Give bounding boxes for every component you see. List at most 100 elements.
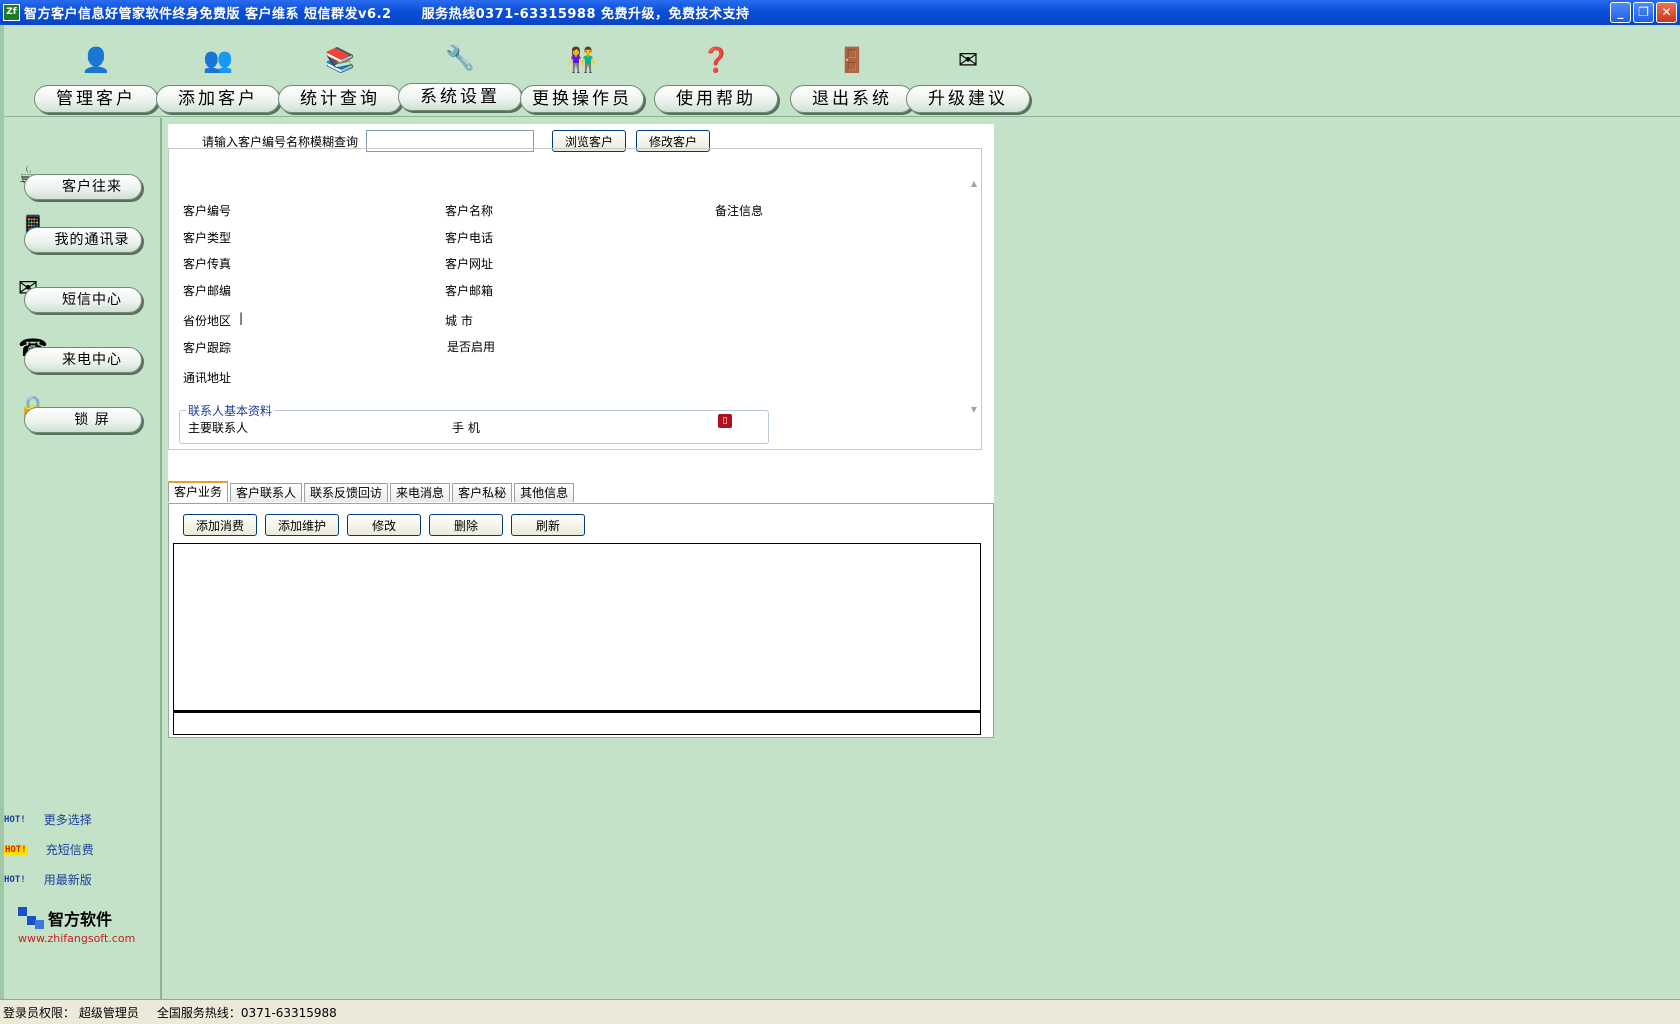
tab-call-messages[interactable]: 来电消息 [390,483,451,502]
field-customer-email: 客户邮箱 [445,284,494,298]
business-grid-footer [173,711,981,735]
edit-button[interactable]: 修改 [347,514,421,536]
exit-system-button[interactable]: 🚪 退出系统 [788,43,916,115]
action-bar: 添加消费 添加维护 修改 删除 刷新 [183,514,585,536]
toolbar-label: 更换操作员 [520,85,644,113]
main-area: 👤 管理客户 👥 添加客户 📚 统计查询 🔧 系统设置 👫 更换操作员 ❓ 使用… [0,25,1680,999]
sidebar-item-label: 锁 屏 [24,407,142,433]
field-customer-id: 客户编号 [183,204,232,218]
tab-other-info[interactable]: 其他信息 [514,483,575,502]
help-icon: ❓ [701,46,731,74]
field-address: 通讯地址 [183,371,232,385]
province-value[interactable]: | [239,311,243,325]
field-primary-contact: 主要联系人 [188,421,249,435]
hot-link-recharge-sms[interactable]: HOT! 充短信费 [4,841,94,858]
hot-badge: HOT! [4,814,26,825]
field-province: 省份地区 [183,314,232,328]
hot-link-more-options[interactable]: HOT! 更多选择 [4,811,92,828]
field-city: 城 市 [445,314,473,328]
minimize-button[interactable]: _ [1610,2,1631,23]
hot-badge: HOT! [4,874,26,885]
sidebar-item-label: 短信中心 [24,287,142,313]
window-title: 智方客户信息好管家软件终身免费版 客户维系 短信群发v6.2 [24,7,392,22]
tab-content: 添加消费 添加维护 修改 删除 刷新 [168,503,994,738]
customer-info-box: 客户编号 客户名称 备注信息 客户类型 客户电话 客户传真 客户网址 客户邮编 … [168,148,982,450]
sidebar-item-call-center[interactable]: ☎ 来电中心 [16,333,142,375]
status-login: 登录员权限： 超级管理员 [3,1005,139,1020]
delete-button[interactable]: 删除 [429,514,503,536]
toolbar-label: 系统设置 [398,83,522,111]
field-customer-website: 客户网址 [445,257,494,271]
vertical-scrollbar[interactable]: ▲ ▼ [967,177,981,417]
sidebar-item-label: 我的通讯录 [24,227,142,253]
search-label: 请输入客户编号名称模糊查询 [202,134,359,149]
scroll-down-icon[interactable]: ▼ [967,403,981,417]
field-customer-name: 客户名称 [445,204,494,218]
hot-link-latest-version[interactable]: HOT! 用最新版 [4,871,92,888]
hot-link-text: 更多选择 [43,813,92,827]
logo-name: 智方软件 [48,910,113,929]
contact-group-title: 联系人基本资料 [186,402,275,419]
exit-icon: 🚪 [837,46,867,74]
tab-customer-contacts[interactable]: 客户联系人 [230,483,303,502]
refresh-button[interactable]: 刷新 [511,514,585,536]
tab-strip: 客户业务 客户联系人 联系反馈回访 来电消息 客户私秘 其他信息 [168,481,576,503]
field-customer-fax: 客户传真 [183,257,232,271]
sidebar-item-address-book[interactable]: 📱 我的通讯录 [16,213,142,255]
sidebar-item-label: 客户往来 [24,174,142,200]
tab-customer-private[interactable]: 客户私秘 [452,483,513,502]
field-follow-up: 客户跟踪 [183,341,232,355]
window-controls: _ ❐ ✕ [1610,2,1677,23]
tools-icon: 🔧 [445,44,475,72]
field-customer-type: 客户类型 [183,231,232,245]
app-icon[interactable]: Zf [3,4,20,21]
switch-operator-button[interactable]: 👫 更换操作员 [518,43,646,115]
toolbar-label: 使用帮助 [654,85,778,113]
status-hotline: 全国服务热线：0371-63315988 [156,1005,337,1020]
title-bar: Zf 智方客户信息好管家软件终身免费版 客户维系 短信群发v6.2 服务热线03… [0,0,1680,25]
sidebar-item-lock-screen[interactable]: 🔒 锁 屏 [16,393,142,435]
help-button[interactable]: ❓ 使用帮助 [652,43,780,115]
sidebar-item-customer-exchange[interactable]: ☕ 客户往来 [16,160,142,202]
add-customer-button[interactable]: 👥 添加客户 [154,43,282,115]
add-user-icon: 👥 [203,46,233,74]
field-customer-phone: 客户电话 [445,231,494,245]
tab-feedback-visits[interactable]: 联系反馈回访 [304,483,389,502]
toolbar-label: 管理客户 [34,85,158,113]
logo-mark-icon [18,907,44,929]
toolbar-label: 统计查询 [278,85,402,113]
upgrade-suggestion-button[interactable]: ✉ 升级建议 [904,43,1032,115]
status-bar: 登录员权限： 超级管理员 全国服务热线：0371-63315988 [0,999,1680,1024]
mail-icon: ✉ [957,46,979,74]
book-search-icon: 📚 [325,46,355,74]
tab-customer-business[interactable]: 客户业务 [168,481,229,502]
hot-link-text: 用最新版 [43,873,92,887]
users-icon: 👫 [567,46,597,74]
mobile-phone-icon[interactable]: ▯ [718,414,732,428]
field-mobile: 手 机 [452,421,480,435]
customer-panel: 请输入客户编号名称模糊查询 浏览客户 修改客户 客户编号 客户名称 备注信息 客… [168,124,994,738]
sidebar-item-sms-center[interactable]: ✉ 短信中心 [16,273,142,315]
statistics-query-button[interactable]: 📚 统计查询 [276,43,404,115]
company-logo[interactable]: 智方软件 www.zhifangsoft.com [18,906,143,945]
sidebar: ☕ 客户往来 📱 我的通讯录 ✉ 短信中心 ☎ 来电中心 🔒 锁 屏 HOT! … [4,118,162,999]
restore-button[interactable]: ❐ [1633,2,1654,23]
field-enabled: 是否启用 [447,340,496,354]
user-icon: 👤 [81,46,111,74]
scroll-up-icon[interactable]: ▲ [967,177,981,191]
add-consumption-button[interactable]: 添加消费 [183,514,257,536]
add-maintenance-button[interactable]: 添加维护 [265,514,339,536]
logo-url: www.zhifangsoft.com [18,932,136,945]
field-customer-postcode: 客户邮编 [183,284,232,298]
toolbar: 👤 管理客户 👥 添加客户 📚 统计查询 🔧 系统设置 👫 更换操作员 ❓ 使用… [4,25,1680,117]
sidebar-item-label: 来电中心 [24,347,142,373]
system-settings-button[interactable]: 🔧 系统设置 [396,41,524,113]
hot-badge: HOT! [4,844,28,855]
manage-customers-button[interactable]: 👤 管理客户 [32,43,160,115]
contact-group: 联系人基本资料 主要联系人 手 机 ▯ [179,402,769,444]
toolbar-label: 升级建议 [906,85,1030,113]
title-hotline: 服务热线0371-63315988 免费升级，免费技术支持 [421,7,750,22]
field-remarks: 备注信息 [715,204,764,218]
close-button[interactable]: ✕ [1656,2,1677,23]
business-grid[interactable] [173,543,981,711]
